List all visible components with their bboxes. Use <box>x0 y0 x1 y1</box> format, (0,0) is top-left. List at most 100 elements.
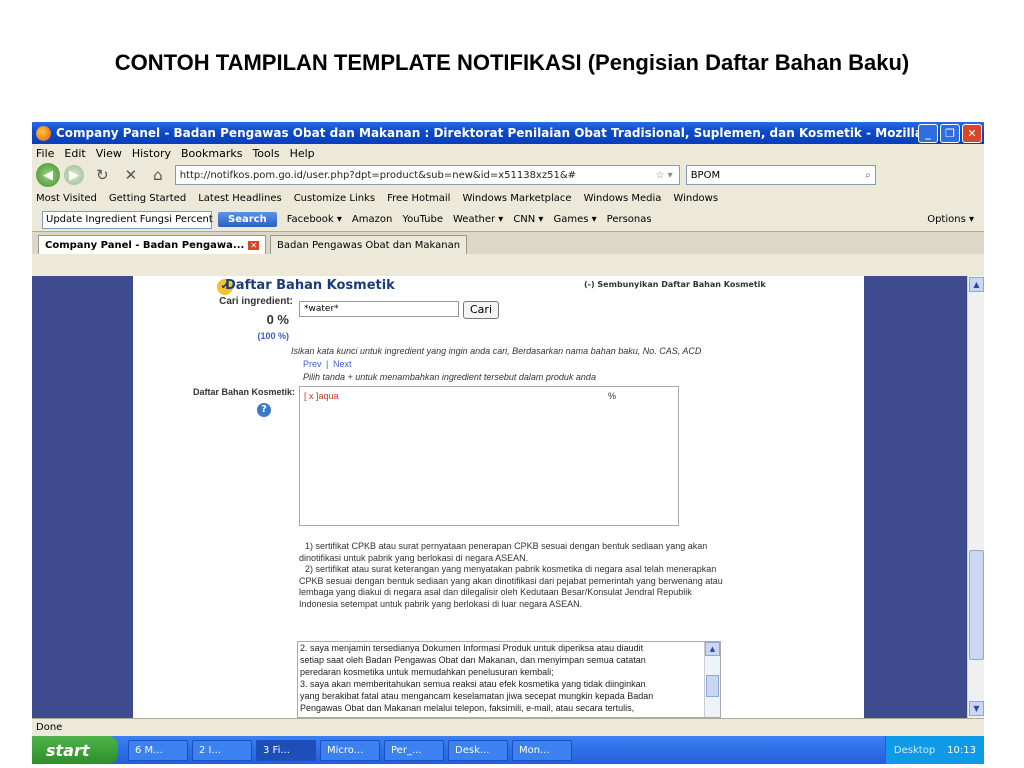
scroll-down-icon[interactable]: ▼ <box>969 701 984 716</box>
help-icon[interactable]: ? <box>257 403 271 417</box>
minimize-button[interactable]: _ <box>918 123 938 143</box>
declaration-line: 3. saya akan memberitahukan semua reaksi… <box>300 679 646 689</box>
system-tray: Desktop 10:13 <box>884 736 984 764</box>
taskbar-item-label: Per_... <box>391 744 422 756</box>
scroll-up-icon[interactable]: ▲ <box>969 277 984 292</box>
percent-value: 0 % <box>266 312 289 327</box>
menu-help[interactable]: Help <box>290 147 315 160</box>
taskbar-item[interactable]: 3 Fi... <box>256 739 316 761</box>
list-item-aqua[interactable]: [ x ]aqua <box>304 391 339 401</box>
bookmark-getting-started[interactable]: Getting Started <box>109 193 186 204</box>
bookmark-free-hotmail[interactable]: Free Hotmail <box>387 193 450 204</box>
tab-close-icon[interactable]: ✕ <box>248 240 260 250</box>
bookmark-star-icon[interactable]: ☆ ▾ <box>656 170 673 181</box>
textarea-scrollbar[interactable]: ▲ <box>704 642 720 717</box>
bookmark-windows-marketplace[interactable]: Windows Marketplace <box>462 193 571 204</box>
window-title: Company Panel - Badan Pengawas Obat dan … <box>56 126 918 140</box>
list-item-percent: % <box>608 391 617 401</box>
toolbar-youtube[interactable]: YouTube <box>402 214 443 225</box>
ingredient-search-input[interactable]: *water* <box>299 301 459 317</box>
menu-bookmarks[interactable]: Bookmarks <box>181 147 242 160</box>
search-icon[interactable]: ⌕ <box>865 170 871 181</box>
taskbar-item-label: Micro... <box>327 744 364 756</box>
url-text: http://notifkos.pom.go.id/user.php?dpt=p… <box>179 169 577 181</box>
taskbar-item-label: 3 Fi... <box>263 744 290 756</box>
note-line: Indonesia setempat untuk pabrik yang ber… <box>299 598 583 609</box>
declaration-line: setiap saat oleh Badan Pengawas Obat dan… <box>300 655 646 665</box>
menu-view[interactable]: View <box>96 147 122 160</box>
bookmark-windows-media[interactable]: Windows Media <box>584 193 662 204</box>
bookmark-latest-headlines[interactable]: Latest Headlines <box>198 193 282 204</box>
next-link[interactable]: Next <box>333 359 352 369</box>
page-scrollbar[interactable]: ▲ ▼ <box>967 276 984 718</box>
menu-tools[interactable]: Tools <box>252 147 279 160</box>
textarea-scroll-up-icon[interactable]: ▲ <box>705 642 720 656</box>
toolbar-games[interactable]: Games ▾ <box>553 214 596 225</box>
taskbar-item[interactable]: Micro... <box>320 739 380 761</box>
search-hint: Isikan kata kunci untuk ingredient yang … <box>291 346 702 356</box>
start-label: start <box>46 740 90 760</box>
cari-button[interactable]: Cari <box>463 301 499 319</box>
ingredient-list[interactable]: [ x ]aqua % <box>299 386 679 526</box>
hide-list-link[interactable]: (-) Sembunyikan Daftar Bahan Kosmetik <box>584 280 766 289</box>
taskbar-item[interactable]: 2 I... <box>192 739 252 761</box>
note-line: dinotifikasi untuk pabrik yang berlokasi… <box>299 552 529 563</box>
toolbar-weather[interactable]: Weather ▾ <box>453 214 503 225</box>
bookmark-most-visited[interactable]: Most Visited <box>36 193 97 204</box>
browser-search-box[interactable]: BPOM ⌕ <box>685 165 876 185</box>
ingredient-search-value: *water* <box>304 304 339 314</box>
menu-bar: File Edit View History Bookmarks Tools H… <box>32 144 984 162</box>
tab-badan-pengawas[interactable]: Badan Pengawas Obat dan Makanan <box>270 235 468 254</box>
status-text: Done <box>36 722 63 733</box>
pick-hint: Pilih tanda + untuk menambahkan ingredie… <box>303 372 596 382</box>
toolbar-facebook[interactable]: Facebook ▾ <box>287 214 342 225</box>
taskbar-item[interactable]: Per_... <box>384 739 444 761</box>
bookmark-customize-links[interactable]: Customize Links <box>294 193 375 204</box>
desktop-toolbar-label[interactable]: Desktop <box>894 745 935 756</box>
declaration-text: 2. saya menjamin tersedianya Dokumen Inf… <box>300 642 704 714</box>
taskbar-item-label: 6 M... <box>135 744 163 756</box>
declaration-line: peredaran kosmetika untuk memudahkan pen… <box>300 667 554 677</box>
taskbar-item[interactable]: Desk... <box>448 739 508 761</box>
toolbar-options[interactable]: Options ▾ <box>927 214 974 225</box>
slide-title: CONTOH TAMPILAN TEMPLATE NOTIFIKASI (Pen… <box>114 50 910 75</box>
reload-icon[interactable]: ↻ <box>96 166 109 184</box>
restore-button[interactable]: ❐ <box>940 123 960 143</box>
url-bar[interactable]: http://notifkos.pom.go.id/user.php?dpt=p… <box>174 165 680 185</box>
page-scroll-thumb[interactable] <box>969 550 984 660</box>
toolbar-amazon[interactable]: Amazon <box>352 214 392 225</box>
menu-file[interactable]: File <box>36 147 54 160</box>
list-label: Daftar Bahan Kosmetik: <box>192 387 295 397</box>
menu-history[interactable]: History <box>132 147 171 160</box>
menu-edit[interactable]: Edit <box>64 147 85 160</box>
tab-company-panel[interactable]: Company Panel - Badan Pengawa... ✕ <box>38 235 267 254</box>
textarea-scroll-thumb[interactable] <box>706 675 719 697</box>
taskbar-item-label: 2 I... <box>199 744 222 756</box>
forward-button[interactable]: ▶ <box>64 165 84 185</box>
declaration-textarea[interactable]: 2. saya menjamin tersedianya Dokumen Inf… <box>297 641 721 718</box>
section-title: Daftar Bahan Kosmetik <box>225 278 395 293</box>
start-button[interactable]: start <box>32 736 118 764</box>
prev-link[interactable]: Prev <box>303 359 322 369</box>
page-content: ✔ Daftar Bahan Kosmetik (-) Sembunyikan … <box>133 276 864 718</box>
toolbar-personas[interactable]: Personas <box>607 214 652 225</box>
taskbar-item[interactable]: Mon... <box>512 739 572 761</box>
ask-search-input[interactable]: Update Ingredient Fungsi Percent <box>42 210 213 229</box>
note-line: 2) sertifikat atau surat keterangan yang… <box>305 564 717 574</box>
ask-search-button[interactable]: Search <box>218 212 277 227</box>
ask-search-value: Update Ingredient Fungsi Percent <box>46 214 213 225</box>
firefox-icon <box>36 125 51 141</box>
back-button[interactable]: ◀ <box>36 163 60 187</box>
taskbar-item-label: Mon... <box>519 744 550 756</box>
note-line: CPKB sesuai dengan bentuk sediaan yang a… <box>299 575 723 586</box>
tab-strip: Company Panel - Badan Pengawa... ✕ Badan… <box>32 232 984 254</box>
stop-icon[interactable]: ✕ <box>125 166 138 184</box>
toolbar-cnn[interactable]: CNN ▾ <box>513 214 543 225</box>
bookmark-windows[interactable]: Windows <box>673 193 718 204</box>
notes-block: 1) sertifikat CPKB atau surat pernyataan… <box>299 541 779 610</box>
taskbar-item[interactable]: 6 M... <box>128 739 188 761</box>
close-button[interactable]: ✕ <box>962 123 982 143</box>
home-icon[interactable]: ⌂ <box>153 166 163 184</box>
tab-company-panel-label: Company Panel - Badan Pengawa... <box>45 239 245 251</box>
taskbar: start 6 M... 2 I... 3 Fi... Micro... Per… <box>32 736 984 764</box>
